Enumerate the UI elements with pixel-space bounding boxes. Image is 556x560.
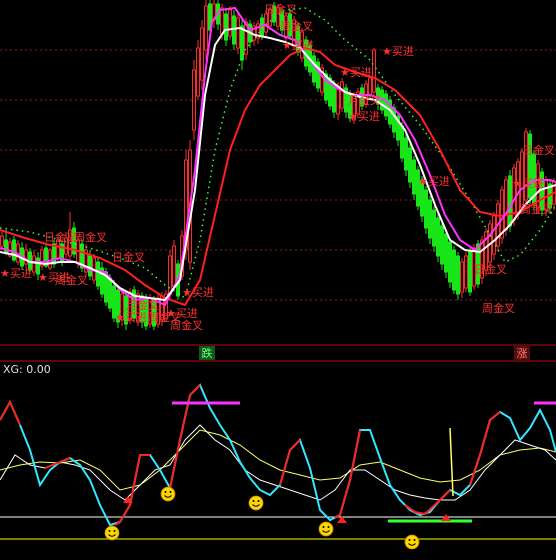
candle-body <box>464 255 468 289</box>
candle-body <box>172 245 176 287</box>
signal-label-weekly-golden-cross: 周金叉 <box>74 230 107 244</box>
signal-label-daily-golden-cross: 日金叉 <box>44 230 77 244</box>
candle-body <box>432 209 436 247</box>
candle-body <box>436 217 440 257</box>
signal-label-buy: ★买进 <box>182 286 214 299</box>
candle-body <box>224 13 228 41</box>
candle-body <box>452 249 456 291</box>
candle-body <box>400 125 404 159</box>
badge-up: 涨 <box>514 346 530 360</box>
candle-body <box>444 233 448 273</box>
signal-label-buy-arrow: ★买进 <box>382 45 414 58</box>
candle-body <box>32 255 36 273</box>
candle-body <box>412 159 416 195</box>
candle-body <box>96 261 100 287</box>
svg-text:涨: 涨 <box>517 347 528 360</box>
signal-label-weekly-golden-cross: 周金叉 <box>520 202 553 216</box>
candle-body <box>384 93 388 117</box>
candle-body <box>468 251 472 293</box>
signal-label-buy: ★买进 <box>0 267 32 280</box>
signal-label-daily-golden-cross: 日金叉 <box>112 250 145 264</box>
signal-label-weekly-golden-cross: 周金叉 <box>482 301 515 315</box>
signal-label-weekly-golden-cross: 周金叉 <box>280 19 313 33</box>
signal-label-buy: ★买进 <box>512 177 544 190</box>
candle-body <box>48 249 52 269</box>
smiley-icon <box>160 486 176 502</box>
signal-label-buy: ★买进 <box>282 39 314 52</box>
candle-body <box>220 7 224 35</box>
candle-body <box>264 13 268 33</box>
candle-body <box>408 147 412 183</box>
signal-label-daily-golden-cross: 日金叉 <box>264 2 297 16</box>
candle-body <box>340 81 344 109</box>
candle-body <box>440 225 444 265</box>
signal-label-buy: ★买进 <box>348 110 380 123</box>
stock-chart[interactable]: 日金叉周金叉★买进 ★买进周金叉日金叉月金叉★买进 周金叉★买进★买进周金叉日金叉周… <box>0 0 556 560</box>
candle-body <box>108 277 112 309</box>
candle-body <box>424 189 428 229</box>
candle-body <box>236 17 240 49</box>
candle-body <box>196 47 200 97</box>
candle-body <box>0 235 4 247</box>
smiley-icon <box>248 495 264 511</box>
candle-body <box>372 49 376 93</box>
osc-spike <box>449 427 454 497</box>
signal-label-weekly-golden-cross: 周金叉 <box>170 318 203 332</box>
candle-body <box>404 137 408 171</box>
osc-main-line <box>0 383 556 527</box>
candle-body <box>192 69 196 131</box>
signal-label-daily-golden-cross: 日金叉 <box>522 143 555 157</box>
osc-yellow <box>0 429 556 491</box>
candle-body <box>448 241 452 283</box>
candle-body <box>504 179 508 231</box>
candle-body <box>460 261 464 293</box>
signal-label-buy: ★买进 <box>418 175 450 188</box>
candle-body <box>200 27 204 81</box>
signal-label-daily-golden-cross: 日金叉 <box>474 262 507 276</box>
candle-body <box>12 239 16 261</box>
candle-body <box>332 83 336 113</box>
signal-label-monthly-golden-cross: 月金叉 <box>126 298 159 312</box>
candle-body <box>392 107 396 133</box>
candle-body <box>88 255 92 277</box>
signal-label-buy: ★买进 <box>115 311 147 324</box>
smiley-icon <box>404 534 420 550</box>
smiley-markers <box>104 486 420 550</box>
signal-label-buy: ★买进 <box>340 66 372 79</box>
candle-body <box>228 9 232 37</box>
indicator-readout: XG: 0.00 <box>3 363 51 376</box>
smiley-icon <box>318 521 334 537</box>
smiley-icon <box>104 525 120 541</box>
candle-body <box>204 5 208 51</box>
candle-body <box>24 249 28 265</box>
signal-label-monthly-golden-cross: 月金叉 <box>348 93 381 107</box>
osc-white <box>0 424 556 501</box>
candle-body <box>312 55 316 83</box>
signal-label-weekly-golden-cross: 周金叉 <box>55 273 88 287</box>
candle-body <box>492 215 496 255</box>
candle-body <box>428 199 432 239</box>
badge-down: 跌 <box>199 346 215 360</box>
candle-body <box>232 15 236 45</box>
svg-text:跌: 跌 <box>202 346 213 360</box>
candle-body <box>456 255 460 295</box>
